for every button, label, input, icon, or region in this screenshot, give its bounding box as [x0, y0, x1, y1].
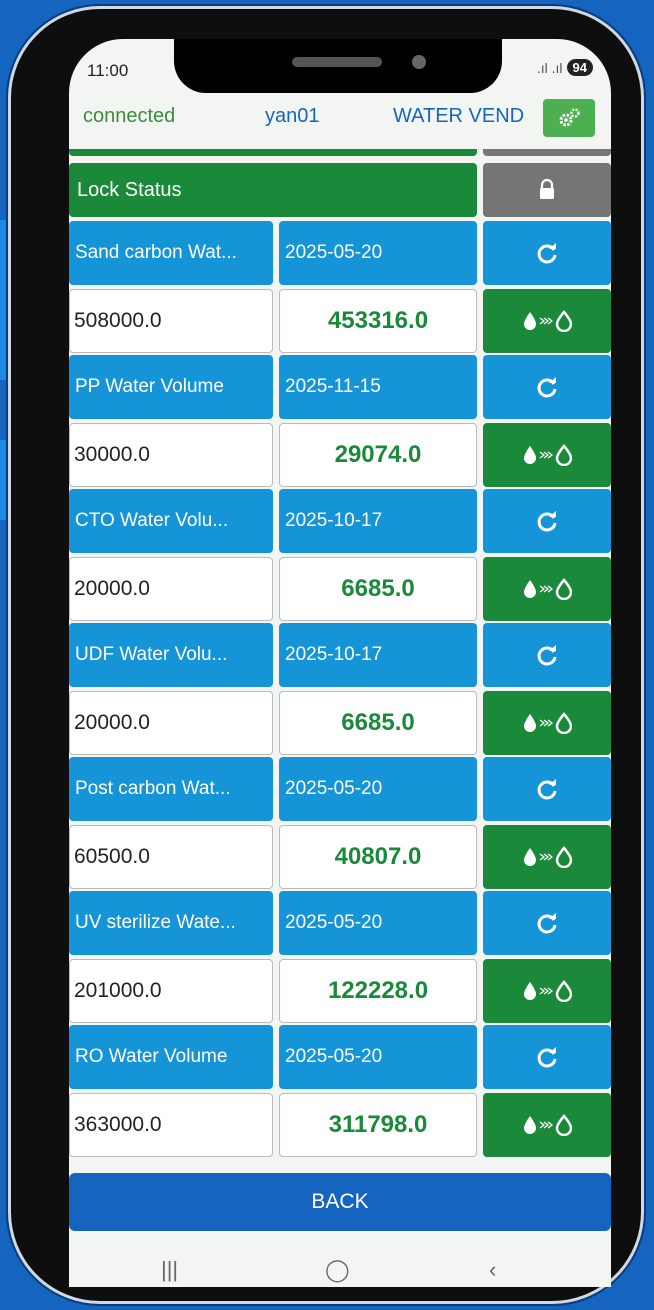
filter-name: Post carbon Wat...	[69, 757, 273, 821]
water-flow-icon	[524, 310, 572, 332]
filter-list: Sand carbon Wat... 2025-05-20 508000.0 4533…	[69, 221, 611, 1159]
filter-item: RO Water Volume 2025-05-20 363000.0 311798.…	[69, 1025, 611, 1159]
water-flow-button[interactable]	[483, 691, 611, 755]
reset-button[interactable]	[483, 757, 611, 821]
filter-date: 2025-05-20	[279, 221, 477, 285]
remaining-volume: 6685.0	[279, 691, 477, 755]
refresh-icon	[537, 1047, 557, 1068]
filter-name: UDF Water Volu...	[69, 623, 273, 687]
filter-item: UV sterilize Wate... 2025-05-20 201000.0 12…	[69, 891, 611, 1025]
water-flow-button[interactable]	[483, 1093, 611, 1157]
total-volume: 363000.0	[69, 1093, 273, 1157]
remaining-volume: 311798.0	[279, 1093, 477, 1157]
back-button[interactable]: BACK	[69, 1173, 611, 1231]
status-time: 11:00	[87, 61, 129, 80]
screen: 11:00 .ıl .ıl 94 connected yan01 WATER V…	[69, 39, 611, 1287]
lock-status-label: Lock Status	[69, 163, 477, 217]
water-flow-button[interactable]	[483, 289, 611, 353]
filter-item: Post carbon Wat... 2025-05-20 60500.0 40807…	[69, 757, 611, 891]
total-volume: 201000.0	[69, 959, 273, 1023]
phone-frame: 11:00 .ıl .ıl 94 connected yan01 WATER V…	[8, 6, 644, 1304]
lock-button[interactable]	[483, 163, 611, 217]
reset-button[interactable]	[483, 489, 611, 553]
system-nav-bar: ||| ◯ ‹	[69, 1245, 611, 1287]
filter-name: CTO Water Volu...	[69, 489, 273, 553]
recents-icon[interactable]: |||	[161, 1257, 178, 1283]
filter-item: CTO Water Volu... 2025-10-17 20000.0 6685.0	[69, 489, 611, 623]
water-flow-icon	[524, 444, 572, 466]
water-flow-icon	[524, 980, 572, 1002]
total-volume: 60500.0	[69, 825, 273, 889]
remaining-volume: 453316.0	[279, 289, 477, 353]
water-flow-icon	[524, 846, 572, 868]
gears-icon	[559, 108, 580, 127]
home-icon[interactable]: ◯	[325, 1257, 350, 1283]
settings-button[interactable]	[543, 99, 595, 137]
refresh-icon	[537, 779, 557, 800]
water-flow-icon	[524, 578, 572, 600]
water-flow-button[interactable]	[483, 825, 611, 889]
reset-button[interactable]	[483, 1025, 611, 1089]
top-strip-green	[69, 149, 477, 156]
device-name: yan01	[265, 105, 320, 127]
signal-icon: .ıl .ıl	[536, 59, 563, 76]
refresh-icon	[537, 645, 557, 666]
back-nav-icon[interactable]: ‹	[489, 1257, 496, 1283]
filter-name: PP Water Volume	[69, 355, 273, 419]
notch	[174, 39, 502, 93]
filter-date: 2025-05-20	[279, 1025, 477, 1089]
water-flow-icon	[524, 1114, 572, 1136]
total-volume: 30000.0	[69, 423, 273, 487]
filter-date: 2025-10-17	[279, 623, 477, 687]
status-icons: .ıl .ıl 94	[537, 59, 593, 76]
remaining-volume: 29074.0	[279, 423, 477, 487]
refresh-icon	[537, 377, 557, 398]
filter-date: 2025-11-15	[279, 355, 477, 419]
refresh-icon	[537, 243, 557, 264]
water-flow-button[interactable]	[483, 423, 611, 487]
connection-status: connected	[83, 105, 176, 127]
refresh-icon	[537, 913, 557, 934]
total-volume: 20000.0	[69, 557, 273, 621]
reset-button[interactable]	[483, 623, 611, 687]
reset-button[interactable]	[483, 355, 611, 419]
filter-date: 2025-10-17	[279, 489, 477, 553]
speaker-grille	[292, 57, 382, 67]
water-flow-button[interactable]	[483, 959, 611, 1023]
battery-badge: 94	[566, 59, 593, 76]
app-bar: connected yan01 WATER VEND	[69, 97, 611, 137]
remaining-volume: 122228.0	[279, 959, 477, 1023]
filter-name: RO Water Volume	[69, 1025, 273, 1089]
remaining-volume: 6685.0	[279, 557, 477, 621]
refresh-icon	[537, 511, 557, 532]
lock-icon	[540, 178, 554, 199]
filter-name: Sand carbon Wat...	[69, 221, 273, 285]
app-title: WATER VEND	[393, 105, 525, 127]
reset-button[interactable]	[483, 221, 611, 285]
filter-item: Sand carbon Wat... 2025-05-20 508000.0 4533…	[69, 221, 611, 355]
front-camera	[412, 55, 426, 69]
filter-name: UV sterilize Wate...	[69, 891, 273, 955]
water-flow-button[interactable]	[483, 557, 611, 621]
lock-status-row: Lock Status	[69, 163, 611, 217]
filter-item: PP Water Volume 2025-11-15 30000.0 29074.0	[69, 355, 611, 489]
remaining-volume: 40807.0	[279, 825, 477, 889]
filter-date: 2025-05-20	[279, 891, 477, 955]
top-strip-gray	[483, 149, 611, 156]
filter-item: UDF Water Volu... 2025-10-17 20000.0 6685.0	[69, 623, 611, 757]
total-volume: 20000.0	[69, 691, 273, 755]
water-flow-icon	[524, 712, 572, 734]
total-volume: 508000.0	[69, 289, 273, 353]
reset-button[interactable]	[483, 891, 611, 955]
filter-date: 2025-05-20	[279, 757, 477, 821]
